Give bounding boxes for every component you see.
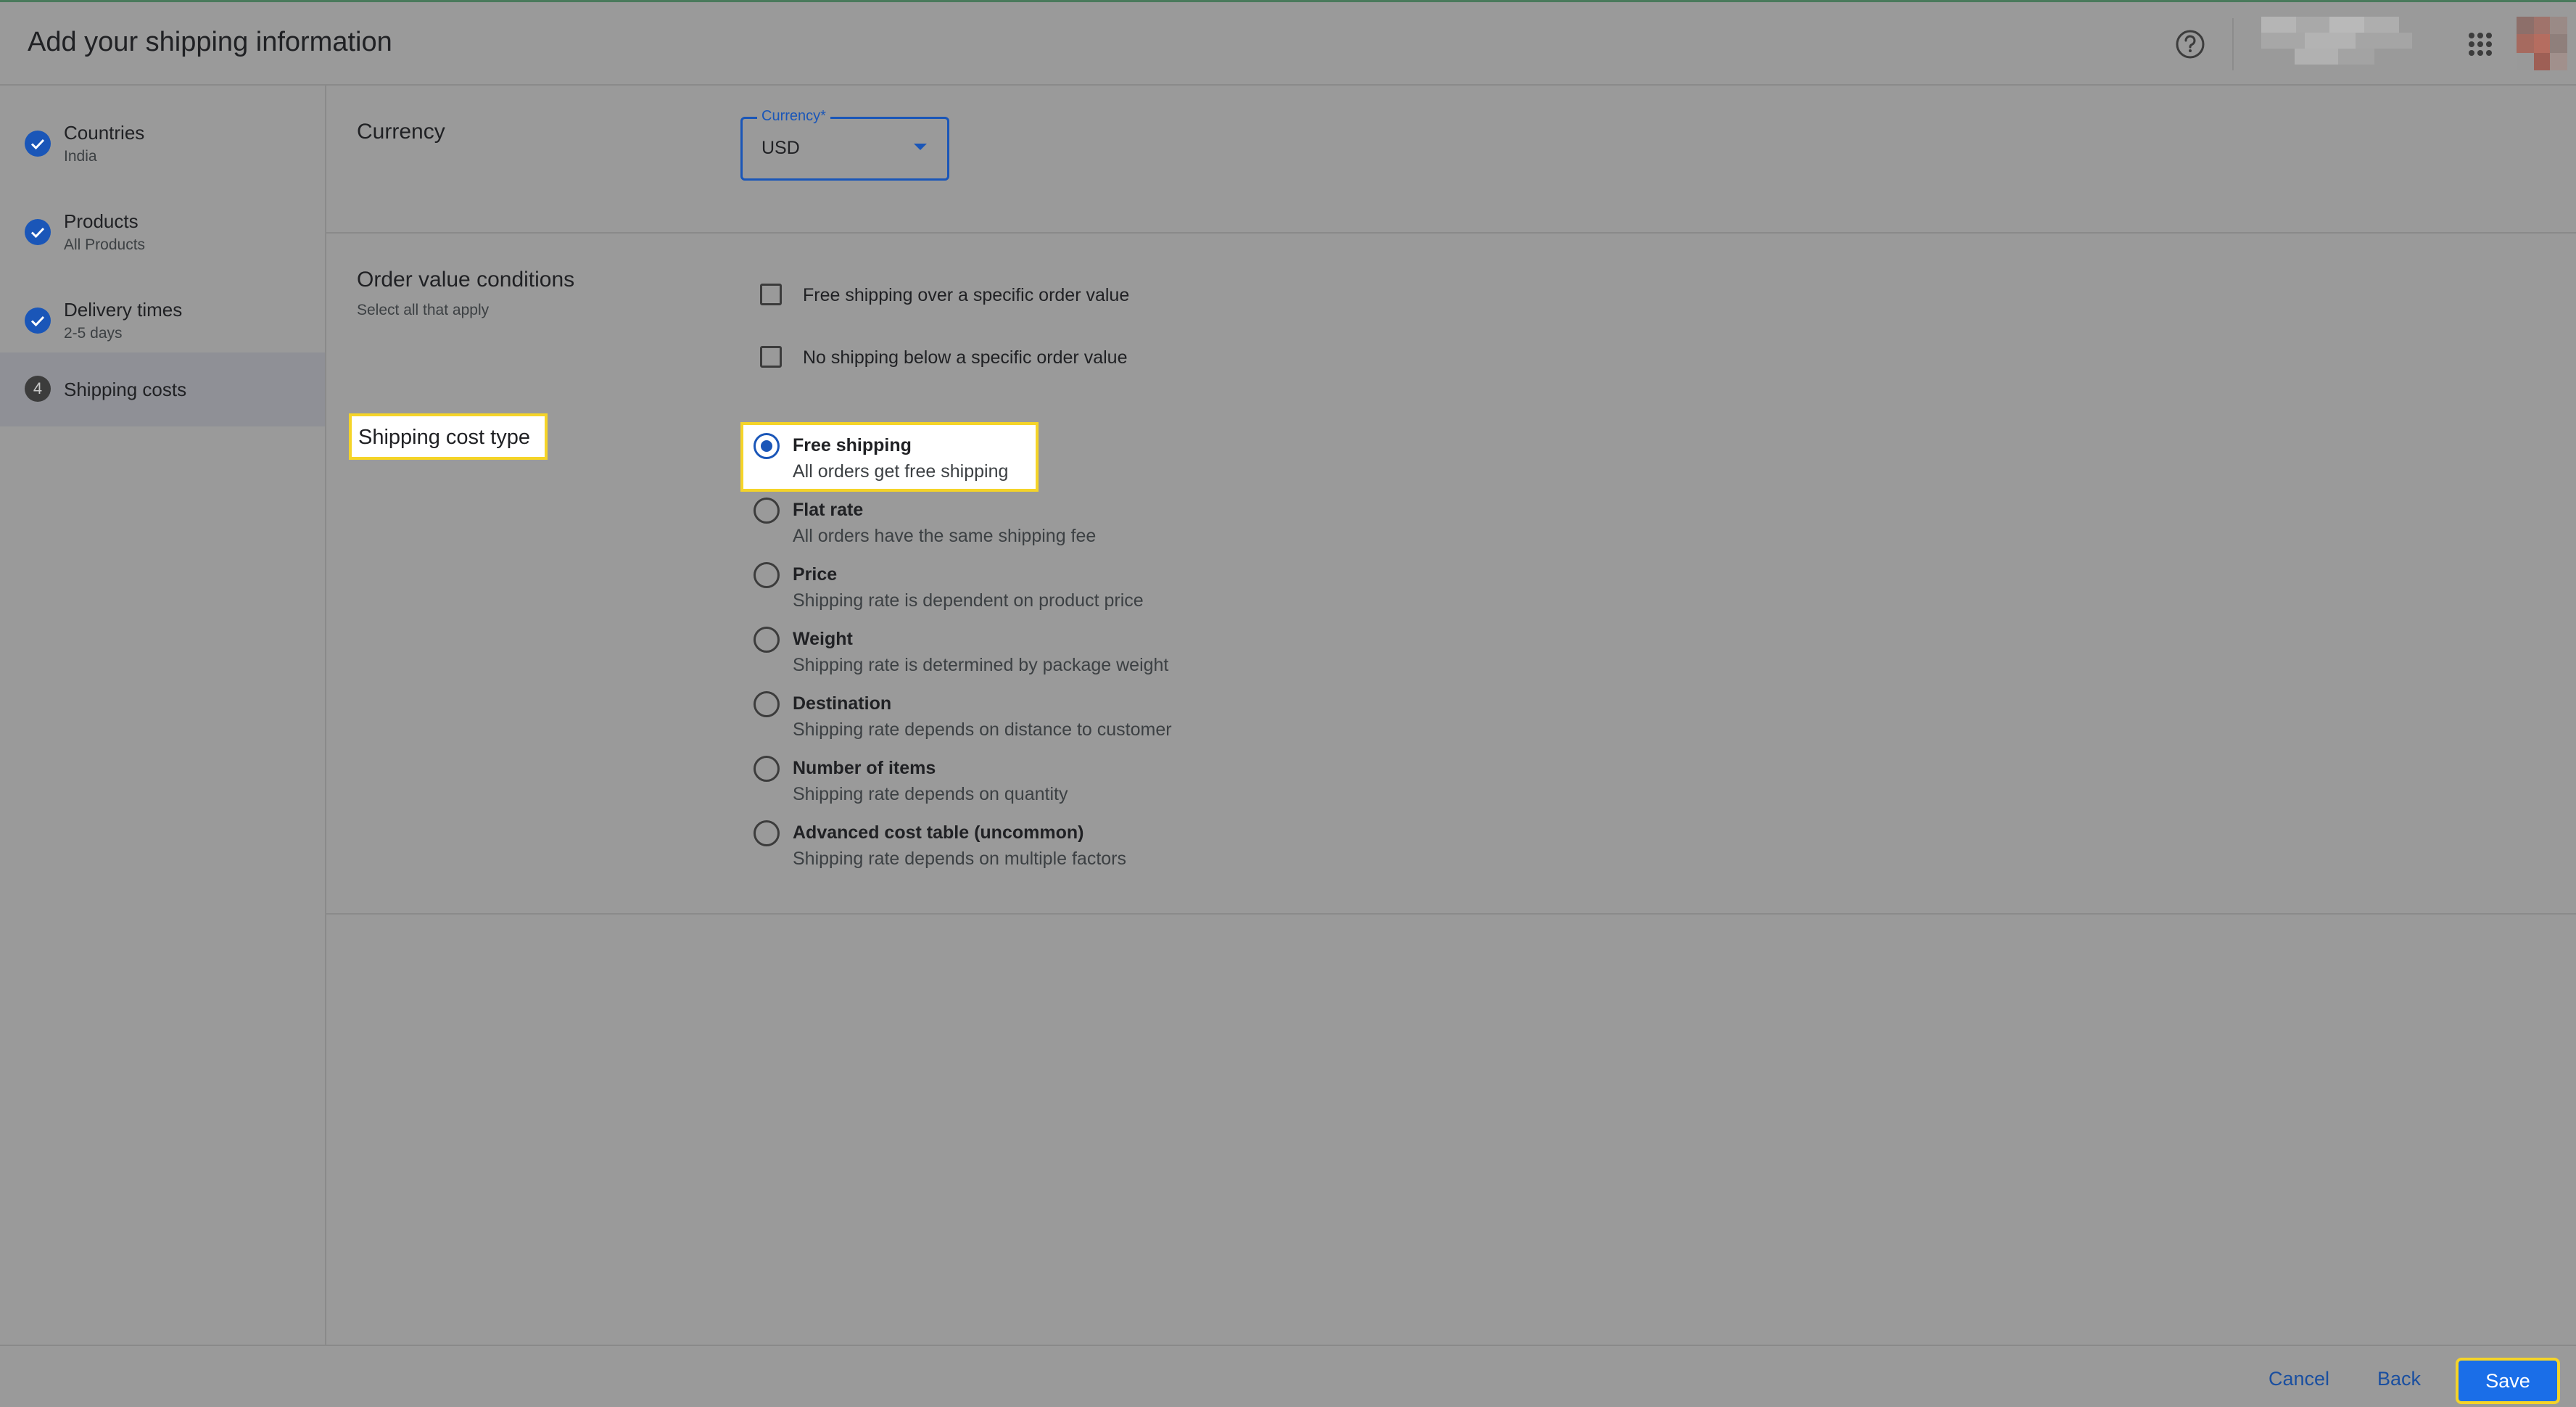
page-title: Add your shipping information: [28, 27, 392, 57]
chevron-down-icon[interactable]: [914, 144, 927, 150]
header: Add your shipping information: [0, 2, 2576, 86]
section-divider: [326, 913, 2576, 915]
radio-sub: Shipping rate depends on quantity: [793, 784, 1068, 804]
apps-grid-icon[interactable]: [2466, 30, 2495, 59]
radio-sub: All orders get free shipping: [793, 461, 1009, 482]
step-number-badge: 4: [25, 376, 51, 402]
radio-title: Destination: [793, 693, 892, 714]
step-sub: 2-5 days: [64, 325, 123, 342]
step-label: Shipping costs: [64, 379, 187, 400]
radio-sub: Shipping rate is dependent on product pr…: [793, 590, 1144, 611]
no-shipping-below-checkbox[interactable]: [760, 346, 782, 368]
radio-title: Number of items: [793, 758, 936, 778]
step-sub: All Products: [64, 236, 146, 253]
radio-advanced-cost-table[interactable]: [754, 820, 780, 846]
shipping-cost-type-text: Shipping cost type: [358, 426, 530, 449]
checkbox-label: No shipping below a specific order value: [803, 347, 1128, 368]
check-circle-icon: [25, 219, 51, 245]
back-button[interactable]: Back: [2377, 1368, 2421, 1390]
free-shipping-over-checkbox[interactable]: [760, 284, 782, 305]
order-value-section-label: Order value conditions: [357, 268, 575, 292]
step-label: Products: [64, 210, 139, 232]
radio-title: Free shipping: [793, 435, 912, 455]
cancel-button[interactable]: Cancel: [2269, 1368, 2329, 1390]
footer-action-bar: Cancel Back Save: [0, 1345, 2576, 1407]
radio-sub: All orders have the same shipping fee: [793, 526, 1097, 546]
stepper-sidebar: Countries India Products All Products De…: [0, 86, 326, 1345]
radio-sub: Shipping rate depends on multiple factor…: [793, 849, 1127, 869]
radio-free-shipping[interactable]: [754, 433, 780, 459]
step-label: Delivery times: [64, 299, 183, 321]
step-products[interactable]: Products All Products: [0, 189, 325, 263]
currency-field-label: Currency*: [757, 108, 830, 125]
radio-destination[interactable]: [754, 691, 780, 717]
radio-number-of-items[interactable]: [754, 756, 780, 782]
avatar[interactable]: [2517, 17, 2567, 70]
help-icon[interactable]: [2174, 28, 2206, 60]
radio-flat-rate[interactable]: [754, 498, 780, 524]
shipping-cost-type-label: Shipping cost type: [349, 413, 548, 460]
currency-section-label: Currency: [357, 120, 445, 144]
check-circle-icon: [25, 131, 51, 157]
step-countries[interactable]: Countries India: [0, 100, 325, 174]
header-divider: [2232, 18, 2234, 70]
step-delivery-times[interactable]: Delivery times 2-5 days: [0, 277, 325, 351]
checkbox-label: Free shipping over a specific order valu…: [803, 285, 1130, 305]
step-label: Countries: [64, 122, 145, 144]
account-switcher[interactable]: [2260, 15, 2416, 69]
step-sub: India: [64, 148, 97, 165]
radio-sub: Shipping rate is determined by package w…: [793, 655, 1169, 675]
section-divider: [326, 232, 2576, 234]
step-shipping-costs[interactable]: 4 Shipping costs: [0, 352, 325, 426]
radio-title: Advanced cost table (uncommon): [793, 822, 1084, 843]
radio-price[interactable]: [754, 562, 780, 588]
radio-sub: Shipping rate depends on distance to cus…: [793, 719, 1172, 740]
currency-value: USD: [761, 138, 800, 158]
radio-title: Price: [793, 564, 838, 585]
order-value-hint: Select all that apply: [357, 302, 490, 318]
check-circle-icon: [25, 308, 51, 334]
save-button[interactable]: Save: [2456, 1358, 2560, 1404]
radio-weight[interactable]: [754, 627, 780, 653]
radio-title: Flat rate: [793, 500, 864, 520]
radio-title: Weight: [793, 629, 853, 649]
